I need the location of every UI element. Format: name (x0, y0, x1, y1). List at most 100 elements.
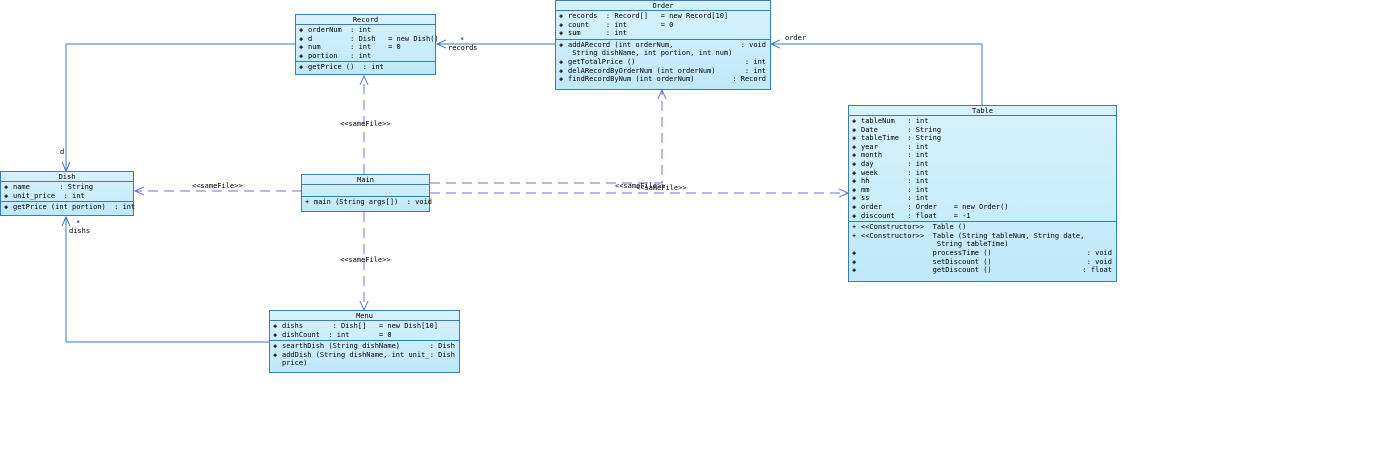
visibility-icon: ◈ (852, 177, 857, 186)
member-text: main (String args[]) : void (314, 198, 433, 206)
attributes: ◈ dishs : Dish[] = new Dish[10] ◈ dishCount… (270, 321, 459, 342)
member-row: ◈ dishs : Dish[] = new Dish[10] (273, 322, 459, 331)
visibility-icon: ◈ (852, 168, 857, 177)
class-table[interactable]: Table ◈ tableNum : int ◈ Date : String ◈ tabl… (848, 105, 1117, 282)
visibility-icon: ◈ (299, 43, 304, 52)
visibility-icon: ◈ (273, 342, 278, 351)
member-row: ◈ order : Order = new Order() (852, 203, 1116, 212)
member-row: ◈ unit_price : int (4, 192, 133, 201)
visibility-icon: ◈ (299, 26, 304, 34)
visibility-icon: ◈ (852, 202, 857, 211)
member-row: ◈ year : int (852, 143, 1116, 152)
visibility-icon: ◈ (852, 211, 857, 220)
member-row: ◈ sum : int (559, 29, 770, 38)
member-row: ◈ getTotalPrice (): int (559, 58, 770, 67)
member-row: ◈ count : int = 0 (559, 21, 770, 30)
member-row: + <<Constructor>> Table (String tableNum,… (852, 232, 1116, 241)
visibility-icon: ◈ (559, 29, 564, 38)
visibility-icon: ◈ (852, 185, 857, 194)
class-record[interactable]: Record ◈ orderNum : int ◈ d : Dish = new Di… (295, 14, 439, 75)
member-row: ◈ setDiscount (): void (852, 258, 1116, 267)
visibility-icon: ◈ (852, 248, 857, 257)
member-text: count : int = 0 (568, 20, 674, 29)
visibility-icon: + (852, 231, 857, 240)
member-row: + <<Constructor>> Table () (852, 223, 1116, 232)
return-type (766, 49, 770, 58)
return-type: : int (744, 66, 766, 75)
class-title: Menu (270, 311, 459, 321)
member-text: processTime () (861, 248, 992, 257)
return-type (455, 359, 459, 368)
visibility-icon: ◈ (852, 125, 857, 134)
member-row: + main (String args[]) : void (305, 198, 433, 207)
member-text: year : int (861, 142, 929, 151)
member-text: name : String (13, 183, 94, 191)
member-row: ◈ dishCount : int = 0 (273, 331, 459, 340)
order-role-label: order (785, 34, 807, 42)
member-row: ◈ findRecordByNum (int orderNum): Record (559, 75, 770, 84)
member-text: String dishName, int portion, int num) (568, 49, 733, 58)
member-text: addDish (String dishName, int unit_ (282, 350, 430, 359)
samefile-record-label: <<sameFile>> (340, 120, 391, 128)
member-text: price) (282, 359, 308, 368)
member-text: records : Record[] = new Record[10] (568, 12, 729, 20)
class-menu[interactable]: Menu ◈ dishs : Dish[] = new Dish[10] ◈ dish… (269, 310, 460, 373)
member-text: order : Order = new Order() (861, 202, 1009, 211)
operations: + main (String args[]) : void (302, 197, 433, 208)
member-text: getTotalPrice () (568, 57, 636, 66)
return-type: : Dish (429, 350, 455, 359)
visibility-icon: ◈ (852, 134, 857, 143)
attributes: ◈ records : Record[] = new Record[10] ◈ cou… (556, 11, 770, 40)
visibility-icon: ◈ (299, 51, 304, 60)
member-row: ◈ name : String (4, 183, 133, 192)
member-row: ◈ processTime (): void (852, 249, 1116, 258)
attributes: ◈ tableNum : int ◈ Date : String ◈ tableTime … (849, 116, 1116, 223)
class-order[interactable]: Order ◈ records : Record[] = new Record[1… (555, 0, 771, 90)
visibility-icon: ◈ (4, 203, 9, 212)
member-text: week : int (861, 168, 929, 177)
member-text: discount : float = -1 (861, 211, 971, 220)
member-text: ss : int (861, 194, 929, 203)
member-text: d : Dish = new Dish() (308, 34, 439, 43)
samefile-menu-label: <<sameFile>> (340, 256, 391, 264)
dishs-multiplicity: * (76, 219, 81, 227)
member-text: num : int = 0 (308, 43, 401, 52)
visibility-icon: + (852, 223, 857, 232)
samefile-dish-label: <<sameFile>> (192, 182, 243, 190)
member-row: ◈ week : int (852, 169, 1116, 178)
class-main[interactable]: Main + main (String args[]) : void (301, 174, 433, 212)
records-role-label: records (448, 44, 478, 52)
visibility-icon: + (305, 198, 310, 206)
member-text: dishs : Dish[] = new Dish[10] (282, 322, 438, 330)
visibility-icon: ◈ (559, 66, 564, 75)
class-title: Order (556, 1, 770, 11)
member-row: ◈ getPrice (int portion) : int (4, 203, 135, 212)
member-text: getPrice () : int (308, 63, 384, 72)
class-dish[interactable]: Dish ◈ name : String ◈ unit_price : int ◈ ge… (0, 171, 135, 216)
return-type (1112, 232, 1116, 241)
member-row: ◈ num : int = 0 (299, 43, 435, 52)
member-row: ◈ tableTime : String (852, 134, 1116, 143)
visibility-icon (273, 359, 282, 368)
member-text: month : int (861, 151, 929, 160)
dep-main-order (430, 90, 662, 184)
member-row: ◈ day : int (852, 160, 1116, 169)
member-row: ◈ orderNum : int (299, 26, 435, 35)
return-type: : int (744, 57, 766, 66)
member-row: ◈ records : Record[] = new Record[10] (559, 12, 770, 21)
assoc-menu-dishs (66, 217, 270, 343)
visibility-icon: ◈ (852, 257, 857, 266)
visibility-icon (559, 49, 568, 58)
member-row: ◈ addARecord (int orderNum,: void (559, 41, 770, 50)
operations: ◈ searthDish (String dishName): Dish ◈ addD… (270, 341, 459, 369)
samefile-table-label: <<sameFile>> (636, 184, 687, 192)
return-type: : void (1086, 257, 1112, 266)
attributes: ◈ orderNum : int ◈ d : Dish = new Dish() ◈ nu… (296, 25, 439, 63)
member-text: <<Constructor>> Table (String tableNum, … (861, 231, 1085, 240)
visibility-icon (852, 240, 861, 249)
return-type: : Record (732, 75, 766, 84)
dishs-role-label: dishs (69, 227, 91, 235)
member-row: String tableTime) (852, 240, 1116, 249)
class-title: Main (302, 175, 429, 185)
visibility-icon: ◈ (559, 12, 564, 20)
